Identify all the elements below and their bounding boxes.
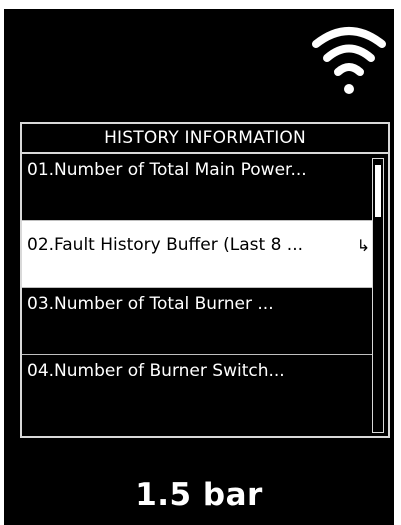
list-item-label: 02.Fault History Buffer (Last 8 ... (27, 235, 304, 255)
history-list: 01.Number of Total Main Power... 02.Faul… (22, 154, 372, 422)
panel-title: HISTORY INFORMATION (22, 124, 388, 154)
list-item-label: 04.Number of Burner Switch... (27, 361, 285, 381)
history-information-panel: HISTORY INFORMATION 01.Number of Total M… (20, 122, 390, 438)
scrollbar[interactable] (372, 158, 384, 433)
pressure-readout: 1.5 bar (135, 477, 263, 513)
list-item-label: 03.Number of Total Burner ... (27, 294, 274, 314)
wifi-icon (312, 27, 386, 94)
list-item-total-main-power[interactable]: 01.Number of Total Main Power... (22, 154, 372, 221)
scrollbar-thumb[interactable] (375, 165, 381, 217)
enter-arrow-icon: ↳ (356, 236, 370, 255)
list-item-burner-switch[interactable]: 04.Number of Burner Switch... (22, 355, 372, 422)
list-item-fault-history-buffer[interactable]: 02.Fault History Buffer (Last 8 ... ↳ (22, 221, 372, 288)
device-screen: HISTORY INFORMATION 01.Number of Total M… (4, 9, 394, 525)
list-item-label: 01.Number of Total Main Power... (27, 160, 307, 180)
list-item-total-burner[interactable]: 03.Number of Total Burner ... (22, 288, 372, 355)
